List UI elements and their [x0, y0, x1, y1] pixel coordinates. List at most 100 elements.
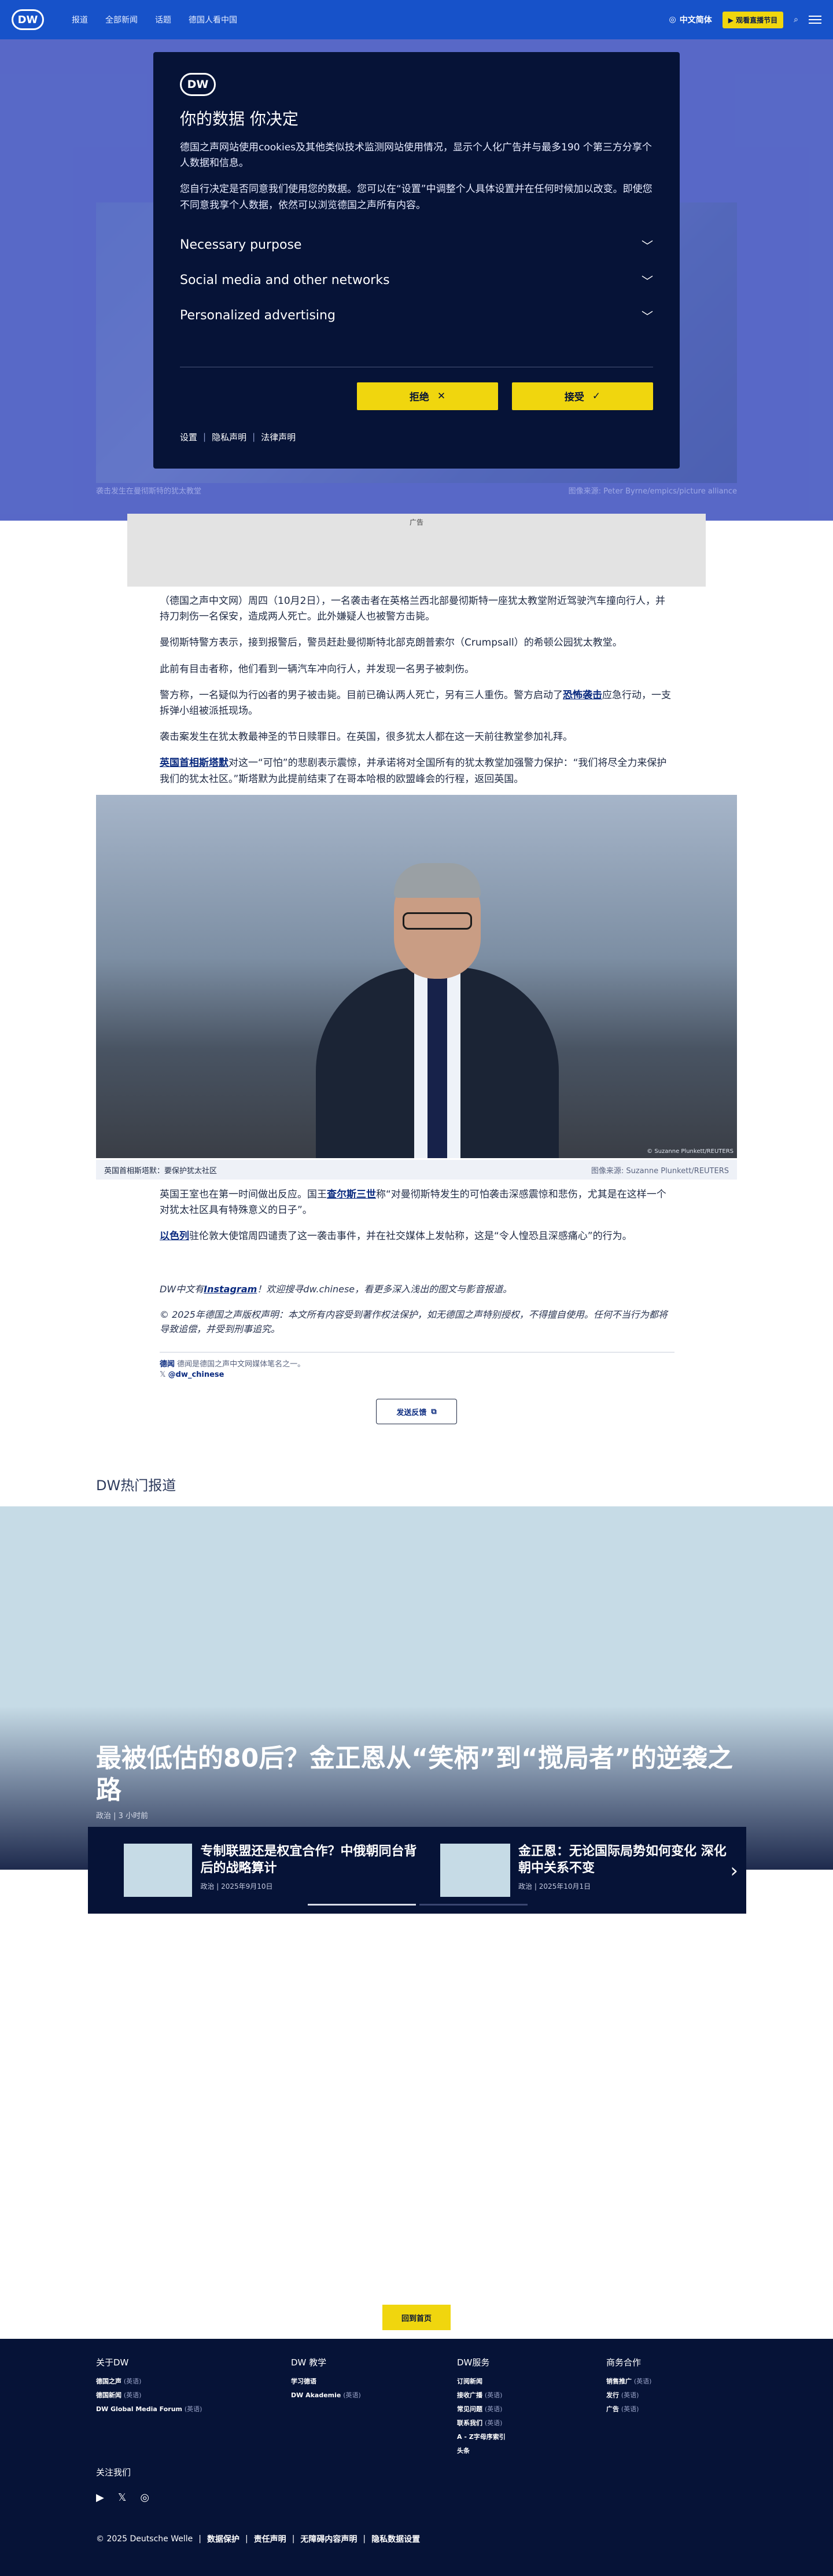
dw-logo[interactable]: DW	[12, 9, 44, 30]
footer-link[interactable]: 德国新闻 (英语)	[96, 2390, 202, 2400]
language-selector[interactable]: ◎ 中文简体	[669, 14, 712, 25]
carousel-card[interactable]: 专制联盟还是权宜合作？中俄朝同台背后的战略算计 政治 | 2025年9月10日	[124, 1844, 417, 1897]
footer-link[interactable]: 订阅新闻	[457, 2376, 506, 2386]
chevron-right-icon[interactable]: ›	[730, 1859, 738, 1882]
nav-item-reports[interactable]: 报道	[72, 14, 88, 25]
chevron-down-icon: ﹀	[642, 238, 653, 253]
reject-button[interactable]: 拒绝 ✕	[357, 382, 498, 410]
footer-legal-link[interactable]: 隐私数据设置	[371, 2533, 420, 2545]
consent-links: 设置 | 隐私声明 | 法律声明	[180, 431, 653, 443]
x-icon[interactable]: 𝕏	[118, 2492, 127, 2504]
carousel-dot[interactable]	[419, 1904, 528, 1906]
card-title: 金正恩：无论国际局势如何变化 深化朝中关系不变	[518, 1844, 727, 1875]
footer-link[interactable]: 学习德语	[291, 2376, 361, 2386]
accept-button[interactable]: 接受 ✓	[512, 382, 653, 410]
article-paragraph: 此前有目击者称，他们看到一辆汽车冲向行人，并发现一名男子被刺伤。	[160, 663, 474, 675]
footer-link-lang: (英语)	[484, 2405, 503, 2413]
photo-credit: 图像来源: Suzanne Plunkett/REUTERS	[591, 1166, 729, 1175]
youtube-icon[interactable]: ▶	[96, 2492, 104, 2504]
glasses-shape	[403, 912, 472, 930]
footer-col-title: DW服务	[457, 2357, 490, 2368]
footer-legal-link[interactable]: 数据保护	[207, 2533, 239, 2545]
footer-link[interactable]: 接收广播 (英语)	[457, 2390, 506, 2400]
footer-link[interactable]: 联系我们 (英语)	[457, 2418, 506, 2427]
article-paragraph: 英国王室也在第一时间做出反应。国王查尔斯三世称“对曼彻斯特发生的可怕袭击深感震惊…	[160, 1187, 674, 1218]
consent-title: 你的数据 你决定	[180, 109, 298, 128]
footer-link-lang: (英语)	[484, 2419, 503, 2427]
footer-col-business: 商务合作 销售推广 (英语) 发行 (英语) 广告 (英语)	[606, 2356, 651, 2418]
accordion-social-media[interactable]: Social media and other networks ﹀	[180, 263, 653, 298]
author-line: 德闻 德闻是德国之声中文网媒体笔名之一。	[160, 1359, 305, 1370]
link-separator: |	[203, 432, 207, 443]
live-tv-button[interactable]: ▶ 观看直播节目	[722, 11, 784, 28]
footer-link-lang: (英语)	[621, 2405, 639, 2413]
card-title: 专制联盟还是权宜合作？中俄朝同台背后的战略算计	[200, 1844, 417, 1875]
reject-label: 拒绝	[409, 392, 429, 404]
charles-link[interactable]: 查尔斯三世	[327, 1189, 376, 1200]
consent-text-1: 德国之声网站使用cookies及其他类似技术监测网站使用情况，显示个人化广告并与…	[180, 142, 652, 169]
author-description: 德闻是德国之声中文网媒体笔名之一。	[177, 1360, 305, 1369]
author-x-line[interactable]: 𝕏 @dw_chinese	[160, 1370, 305, 1380]
nav-item-topics[interactable]: 话题	[155, 14, 171, 25]
carousel-dot[interactable]	[308, 1904, 416, 1906]
footer-link[interactable]: 发行 (英语)	[606, 2390, 651, 2400]
card-thumbnail	[440, 1844, 511, 1897]
footer-link-label: 德国之声	[96, 2378, 121, 2385]
consent-accordion: Necessary purpose ﹀ Social media and oth…	[180, 227, 653, 333]
footer-link-lang: (英语)	[621, 2391, 639, 2399]
privacy-link[interactable]: 隐私声明	[212, 431, 246, 443]
link-separator: |	[292, 2534, 295, 2544]
card-thumbnail	[124, 1844, 193, 1897]
consent-dialog: DW 你的数据 你决定 德国之声网站使用cookies及其他类似技术监测网站使用…	[153, 52, 680, 469]
article-paragraph: 英国首相斯塔默对这一“可怕”的悲剧表示震惊，并承诺将对全国所有的犹太教堂加强警力…	[160, 756, 674, 787]
footer-link[interactable]: 常见问题 (英语)	[457, 2404, 506, 2413]
footer-link-label: 销售推广	[606, 2378, 632, 2385]
footer-link[interactable]: 头条	[457, 2446, 506, 2455]
footer-legal-link[interactable]: 责任声明	[254, 2533, 286, 2545]
settings-link[interactable]: 设置	[180, 431, 197, 443]
footer-link-lang: (英语)	[343, 2391, 361, 2399]
author-name[interactable]: 德闻	[160, 1360, 175, 1369]
accordion-personalized-advertising[interactable]: Personalized advertising ﹀	[180, 298, 653, 333]
nav-item-germans-view-china[interactable]: 德国人看中国	[189, 14, 237, 25]
footer-link[interactable]: DW Global Media Forum (英语)	[96, 2404, 202, 2413]
instagram-link[interactable]: Instagram	[204, 1284, 257, 1295]
feature-title[interactable]: 最被低估的80后？金正恩从“笑柄”到“搅局者”的逆袭之路	[96, 1742, 737, 1806]
menu-icon[interactable]	[809, 16, 821, 24]
footer-link[interactable]: A - Z字母序索引	[457, 2432, 506, 2441]
legal-link[interactable]: 法律声明	[261, 431, 296, 443]
footer-bottom: © 2025 Deutsche Welle | 数据保护 | 责任声明 | 无障…	[96, 2533, 420, 2545]
text-segment: 对这一“可怕”的悲剧表示震惊，并承诺将对全国所有的犹太教堂加强警力保护：“我们将…	[160, 757, 667, 785]
starmer-link[interactable]: 英国首相斯塔默	[160, 757, 228, 769]
search-icon[interactable]: ⌕	[794, 15, 798, 24]
accordion-necessary-purpose[interactable]: Necessary purpose ﹀	[180, 227, 653, 263]
accordion-label: Necessary purpose	[180, 237, 302, 252]
footer-link-label: 广告	[606, 2405, 619, 2413]
footer-legal-link[interactable]: 无障碍内容声明	[300, 2533, 357, 2545]
footer-link-label: 发行	[606, 2391, 619, 2399]
back-to-top-button[interactable]: 回到首页	[382, 2305, 451, 2330]
notes-divider	[160, 1352, 674, 1353]
send-feedback-button[interactable]: 发送反馈 ⧉	[376, 1399, 457, 1424]
instagram-note: DW中文有Instagram！欢迎搜寻dw.chinese，看更多深入浅出的图文…	[160, 1282, 674, 1297]
footer-link[interactable]: 广告 (英语)	[606, 2404, 651, 2413]
text-segment: ！欢迎搜寻dw.chinese，看更多深入浅出的图文与影音报道。	[257, 1284, 513, 1295]
footer-link[interactable]: 销售推广 (英语)	[606, 2376, 651, 2386]
chevron-down-icon: ﹀	[642, 274, 653, 288]
text-segment: 警方称，一名疑似为行凶者的男子被击毙。目前已确认两人死亡，另有三人重伤。警方启动…	[160, 689, 563, 701]
nav-item-all-news[interactable]: 全部新闻	[105, 14, 138, 25]
footer-link[interactable]: DW Akademie (英语)	[291, 2390, 361, 2400]
link-separator: |	[198, 2534, 201, 2544]
terror-attack-link[interactable]: 恐怖袭击	[563, 690, 602, 701]
carousel-card[interactable]: 金正恩：无论国际局势如何变化 深化朝中关系不变 政治 | 2025年10月1日	[440, 1844, 734, 1897]
chevron-down-icon: ﹀	[642, 309, 653, 323]
instagram-icon[interactable]: ◎	[140, 2492, 149, 2504]
card-text: 专制联盟还是权宜合作？中俄朝同台背后的战略算计 政治 | 2025年9月10日	[200, 1844, 417, 1897]
consent-buttons: 拒绝 ✕ 接受 ✓	[180, 382, 653, 410]
footer-link-lang: (英语)	[484, 2391, 503, 2399]
person-figure	[316, 857, 559, 1158]
site-header: DW 报道 全部新闻 话题 德国人看中国 ◎ 中文简体 ▶ 观看直播节目 ⌕	[0, 0, 833, 39]
footer-link-lang: (英语)	[123, 2378, 142, 2385]
israel-link[interactable]: 以色列	[160, 1230, 189, 1242]
footer-link[interactable]: 德国之声 (英语)	[96, 2376, 202, 2386]
